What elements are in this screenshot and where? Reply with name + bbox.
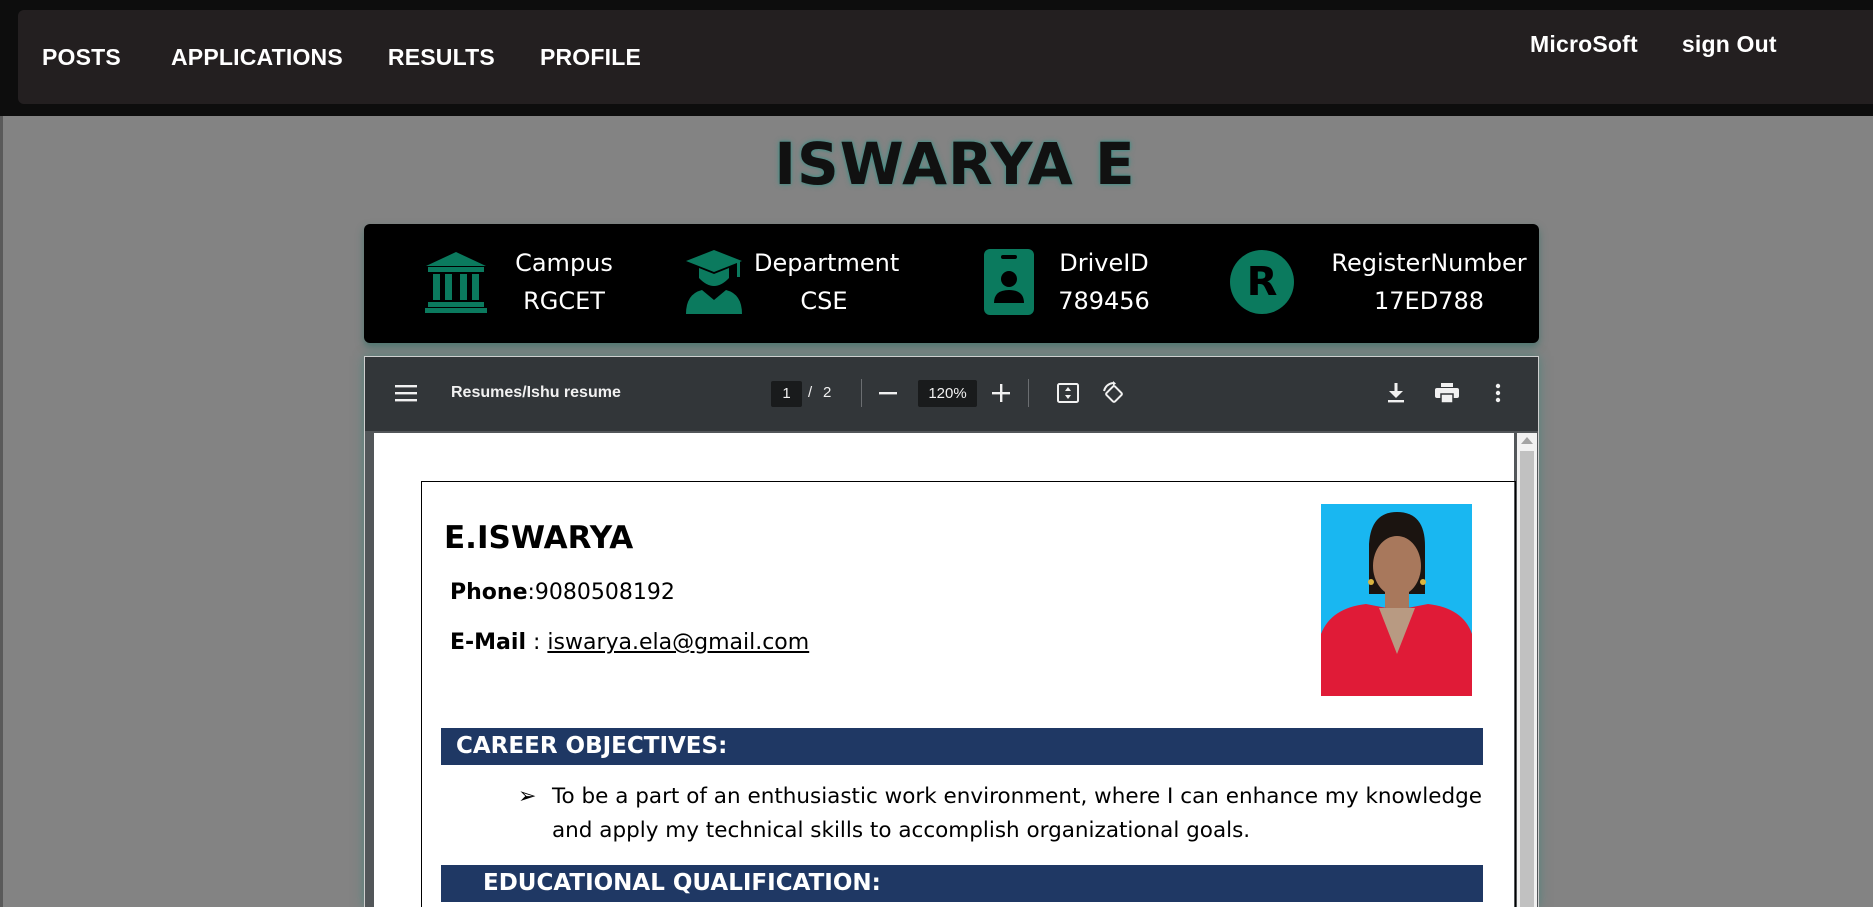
campus-text: Campus RGCET: [504, 244, 624, 320]
nav-results[interactable]: RESULTS: [388, 44, 495, 71]
student-info-card: Campus RGCET Department CSE DriveID 7894…: [364, 224, 1539, 343]
minus-icon[interactable]: [879, 392, 897, 396]
campus-label: Campus: [515, 249, 613, 277]
campus-value: RGCET: [523, 287, 605, 315]
drive-id-value: 789456: [1058, 287, 1150, 315]
register-number-label: RegisterNumber: [1331, 249, 1527, 277]
section-career-objectives: CAREER OBJECTIVES:: [441, 728, 1483, 765]
letter-r-badge-icon: R: [1230, 250, 1294, 314]
nav-profile[interactable]: PROFILE: [540, 44, 641, 71]
register-number-text: RegisterNumber 17ED788: [1329, 244, 1529, 320]
profile-photo: [1321, 504, 1472, 696]
menu-icon[interactable]: [395, 384, 417, 402]
bullet-arrow-icon: ➢: [518, 784, 537, 809]
resume-frame: E.ISWARYA Phone:9080508192 E-Mail : iswa…: [421, 481, 1516, 907]
email-link[interactable]: iswarya.ela@gmail.com: [547, 630, 809, 655]
career-objective-bullet: ➢ To be a part of an enthusiastic work e…: [518, 780, 1482, 848]
register-number-value: 17ED788: [1374, 287, 1484, 315]
email-label: E-Mail: [450, 630, 526, 655]
pdf-scrollbar[interactable]: [1517, 433, 1537, 907]
graduation-cap-icon: [686, 250, 742, 314]
nav-links: POSTS APPLICATIONS RESULTS PROFILE: [42, 10, 691, 104]
pdf-page-area[interactable]: E.ISWARYA Phone:9080508192 E-Mail : iswa…: [365, 431, 1538, 907]
plus-icon[interactable]: [992, 384, 1010, 402]
left-edge-divider: [0, 116, 3, 907]
toolbar-divider: [861, 379, 862, 407]
resume-phone: Phone:9080508192: [450, 580, 675, 605]
pdf-toolbar: Resumes/Ishu resume 1 / 2 120%: [365, 357, 1538, 431]
company-link[interactable]: MicroSoft: [1530, 31, 1638, 58]
id-badge-icon: [984, 249, 1034, 315]
more-vertical-icon[interactable]: [1495, 383, 1501, 403]
nav-posts[interactable]: POSTS: [42, 44, 121, 71]
email-separator: :: [525, 630, 548, 655]
department-text: Department CSE: [754, 244, 900, 320]
section-educational-qualification: EDUCATIONAL QUALIFICATION:: [441, 865, 1483, 902]
profile-photo-image: [1321, 504, 1472, 696]
phone-value: :9080508192: [527, 580, 675, 605]
print-icon[interactable]: [1435, 383, 1459, 403]
resume-name: E.ISWARYA: [444, 520, 634, 556]
nav-right-group: MicroSoft sign Out: [1530, 0, 1821, 88]
nav-applications[interactable]: APPLICATIONS: [171, 44, 343, 71]
download-icon[interactable]: [1387, 383, 1405, 403]
department-info: Department CSE: [634, 224, 900, 343]
campus-info: Campus RGCET: [364, 224, 624, 343]
scrollbar-thumb[interactable]: [1520, 451, 1534, 907]
drive-id-info: DriveID 789456: [924, 224, 1184, 343]
student-name-heading: ISWARYA E: [774, 130, 1136, 198]
sign-out-link[interactable]: sign Out: [1682, 31, 1777, 58]
drive-id-label: DriveID: [1059, 249, 1149, 277]
drive-id-text: DriveID 789456: [1054, 244, 1154, 320]
pdf-page: E.ISWARYA Phone:9080508192 E-Mail : iswa…: [374, 433, 1516, 907]
toolbar-divider: [1028, 379, 1029, 407]
page-number-input[interactable]: 1: [771, 381, 802, 407]
institution-icon: [425, 252, 487, 313]
department-value: CSE: [800, 287, 848, 315]
scroll-up-icon[interactable]: [1521, 437, 1533, 444]
phone-label: Phone: [450, 580, 528, 605]
department-label: Department: [754, 249, 900, 277]
page-total: 2: [823, 384, 832, 401]
pdf-title: Resumes/Ishu resume: [451, 384, 621, 401]
career-objective-text: To be a part of an enthusiastic work env…: [552, 784, 1482, 843]
resume-email: E-Mail : iswarya.ela@gmail.com: [450, 630, 809, 655]
page-separator: /: [808, 384, 813, 401]
zoom-level-input[interactable]: 120%: [918, 380, 977, 407]
fit-to-page-icon[interactable]: [1057, 383, 1079, 403]
register-number-info: R RegisterNumber 17ED788: [1224, 224, 1539, 343]
rotate-icon[interactable]: [1101, 381, 1125, 405]
pdf-viewer: Resumes/Ishu resume 1 / 2 120% E.ISWARYA…: [364, 356, 1539, 907]
